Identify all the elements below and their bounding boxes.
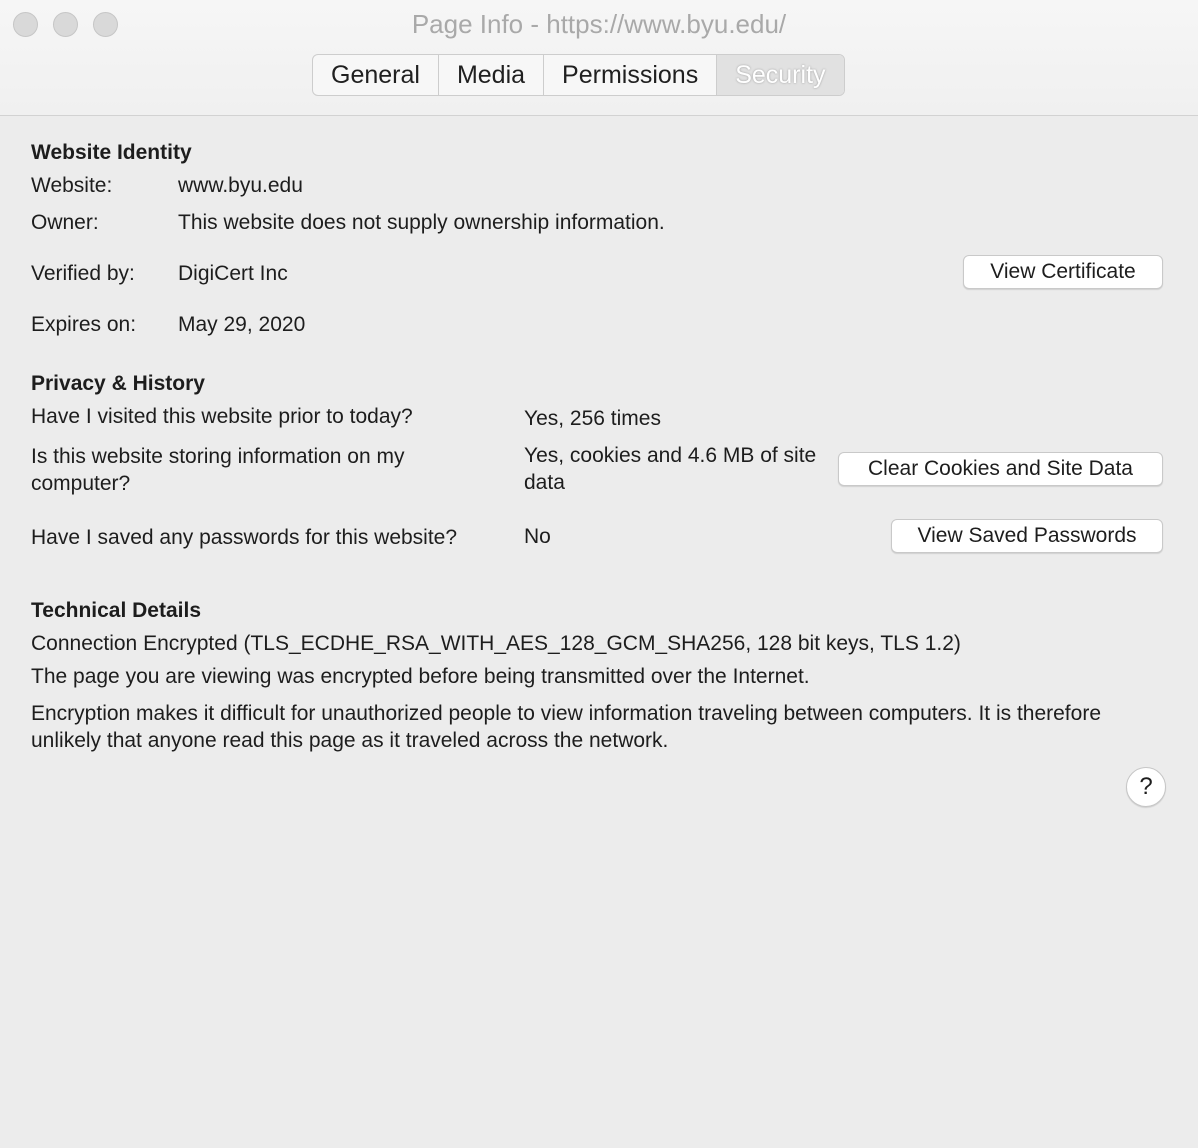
website-value: www.byu.edu (178, 174, 303, 197)
tab-permissions[interactable]: Permissions (544, 55, 718, 95)
expires-on-value: May 29, 2020 (178, 313, 306, 336)
passwords-question: Have I saved any passwords for this webs… (31, 526, 458, 549)
connection-details: Connection Encrypted (TLS_ECDHE_RSA_WITH… (31, 632, 961, 655)
help-button[interactable]: ? (1126, 767, 1166, 807)
website-identity-heading: Website Identity (31, 141, 192, 164)
view-saved-passwords-button[interactable]: View Saved Passwords (891, 519, 1163, 553)
tab-security[interactable]: Security (717, 55, 844, 95)
view-certificate-button[interactable]: View Certificate (963, 255, 1163, 289)
page-info-window: Page Info - https://www.byu.edu/ General… (0, 0, 1198, 1148)
encryption-explanation: Encryption makes it difficult for unauth… (31, 702, 1101, 752)
clear-cookies-button[interactable]: Clear Cookies and Site Data (838, 452, 1163, 486)
tab-media[interactable]: Media (439, 55, 545, 95)
owner-label: Owner: (31, 211, 99, 234)
tab-general[interactable]: General (313, 55, 439, 95)
passwords-answer: No (524, 525, 551, 548)
storing-question: Is this website storing information on m… (31, 445, 405, 495)
title-bar: Page Info - https://www.byu.edu/ General… (0, 0, 1198, 116)
website-label: Website: (31, 174, 113, 197)
tab-bar: General Media Permissions Security (312, 54, 845, 96)
verified-by-label: Verified by: (31, 262, 135, 285)
window-title: Page Info - https://www.byu.edu/ (411, 9, 787, 39)
encryption-info: The page you are viewing was encrypted b… (31, 665, 810, 688)
owner-value: This website does not supply ownership i… (178, 211, 665, 234)
technical-details-heading: Technical Details (31, 599, 202, 622)
visited-question: Have I visited this website prior to tod… (31, 405, 413, 428)
privacy-history-heading: Privacy & History (31, 372, 205, 395)
expires-on-label: Expires on: (31, 313, 137, 336)
verified-by-value: DigiCert Inc (178, 262, 288, 285)
visited-answer: Yes, 256 times (524, 407, 661, 430)
storing-answer: Yes, cookies and 4.6 MB of site data (524, 444, 817, 494)
